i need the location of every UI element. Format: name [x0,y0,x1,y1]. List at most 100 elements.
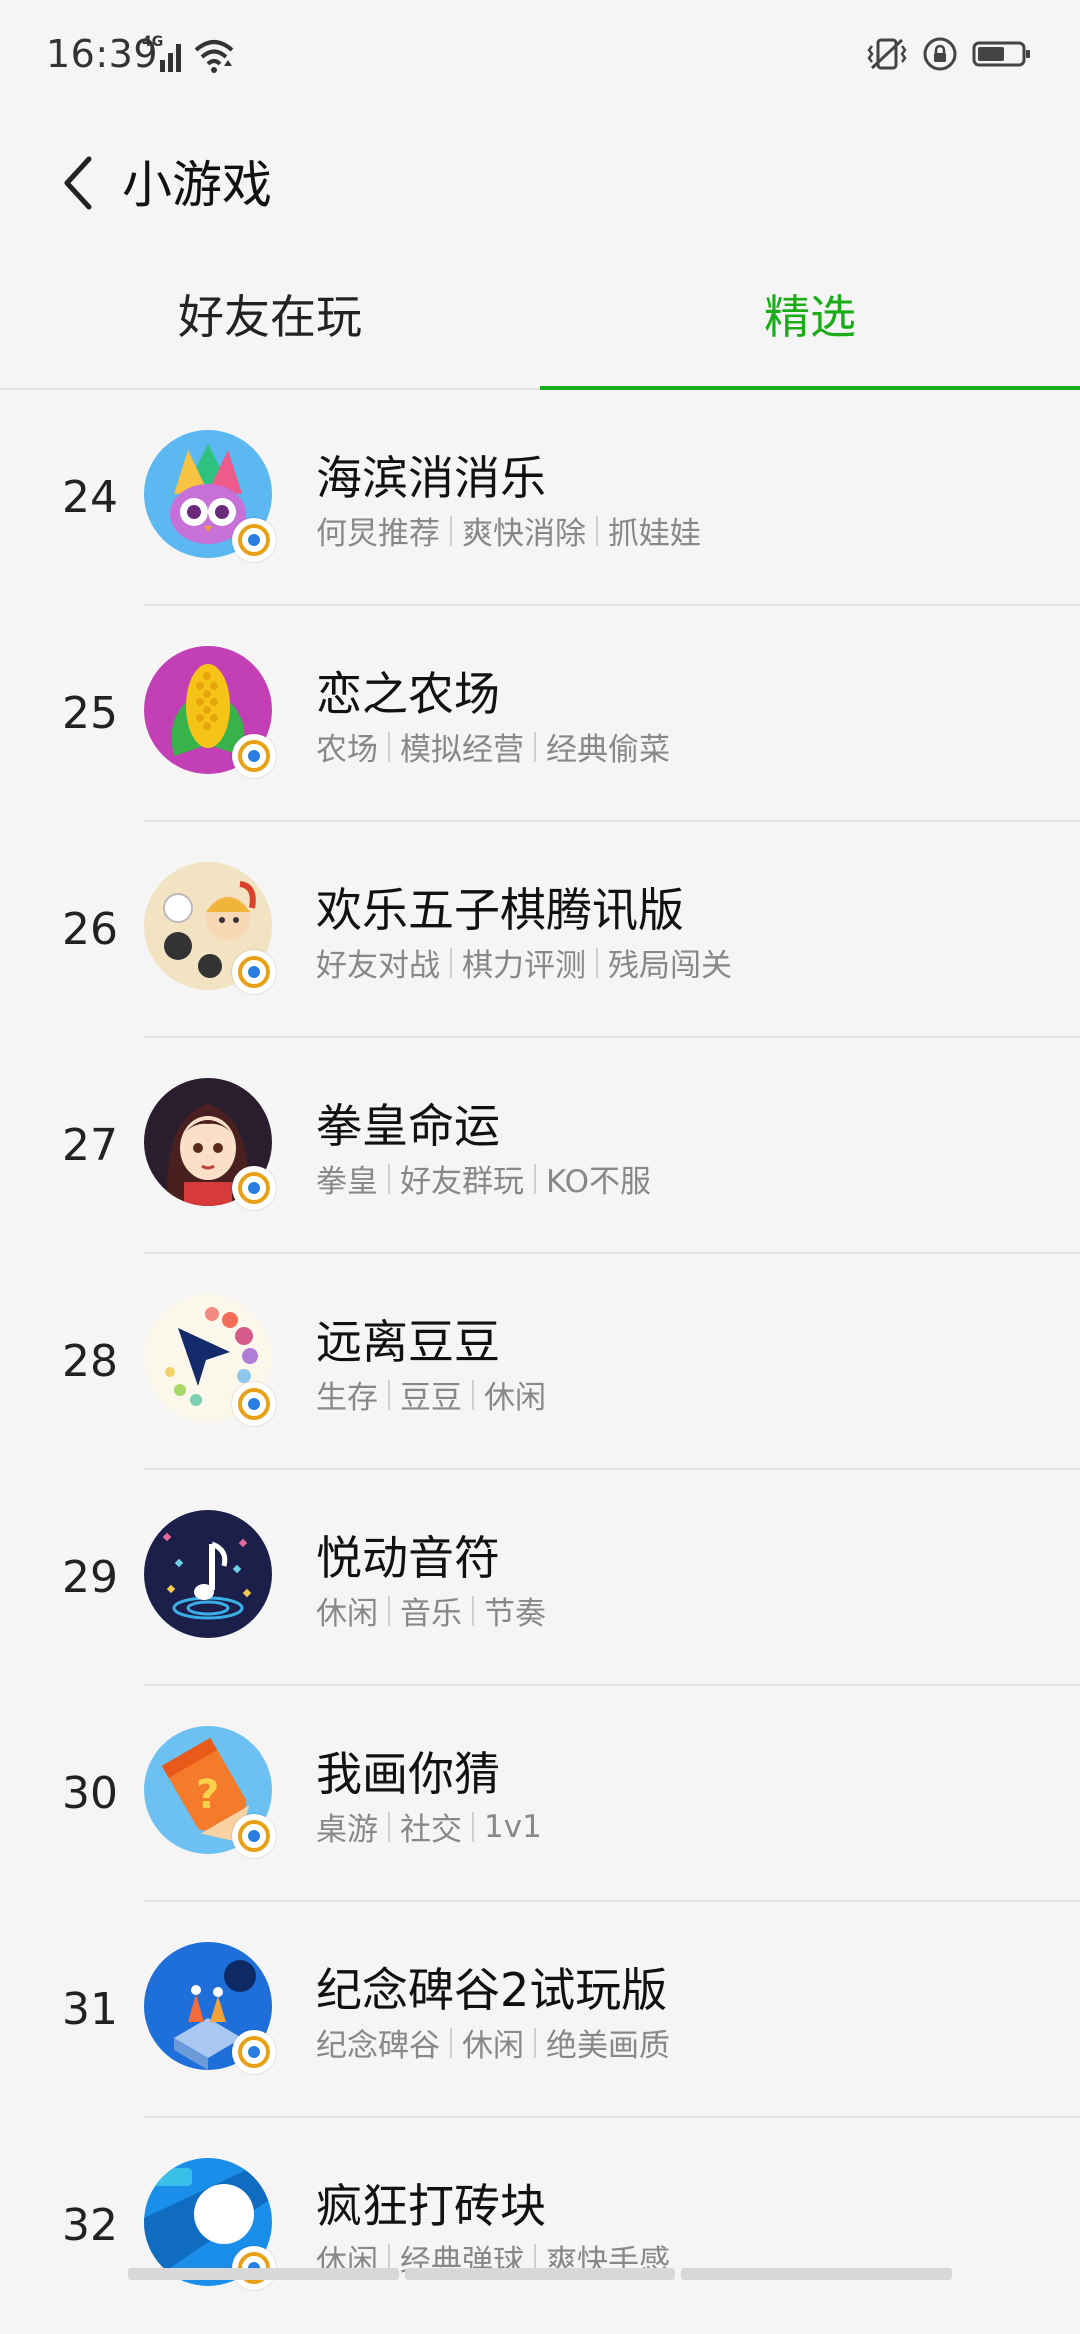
game-name: 远离豆豆 [316,1315,500,1369]
game-tag: 抓娃娃 [608,516,701,552]
game-tag: 音乐 [400,1596,462,1632]
game-tag: 豆豆 [400,1380,462,1416]
rank-number: 28 [62,1336,118,1387]
rank-number: 24 [62,472,118,523]
game-platform-badge-icon [232,734,276,778]
game-row[interactable]: 24 海滨消消乐 何炅推荐 爽快消除 抓娃娃 [0,390,1080,606]
rotation-lock-icon [922,36,958,72]
game-row[interactable]: 30 ? 我画你猜 桌游 社交 1v1 [0,1686,1080,1902]
tag-divider [388,1379,390,1410]
tag-divider [388,731,390,762]
rank-number: 25 [62,688,118,739]
game-tag: 残局闯关 [608,948,732,984]
game-tags: 纪念碑谷 休闲 绝美画质 [316,2020,670,2065]
game-tag: KO不服 [546,1164,652,1200]
game-platform-badge-icon [232,518,276,562]
tag-divider [450,515,452,546]
back-button[interactable] [34,110,124,260]
rank-number: 31 [62,1984,118,2035]
gesture-bar-segment [128,2268,399,2280]
game-tags: 何炅推荐 爽快消除 抓娃娃 [316,508,701,553]
music-note-icon [144,1510,272,1638]
game-tag: 好友对战 [316,948,440,984]
game-tag: 绝美画质 [546,2028,670,2064]
game-tags: 生存 豆豆 休闲 [316,1372,546,1417]
game-tag: 模拟经营 [400,732,524,768]
game-row[interactable]: 28 远离豆豆 生存 豆豆 休闲 [0,1254,1080,1470]
game-tag: 生存 [316,1380,378,1416]
game-tags: 休闲 音乐 节奏 [316,1588,546,1633]
svg-text:?: ? [196,1772,219,1818]
game-tag: 纪念碑谷 [316,2028,440,2064]
status-left-icons: 4G [142,34,236,76]
tab-bar: 好友在玩 精选 [0,240,1080,390]
game-tag: 棋力评测 [462,948,586,984]
wifi-icon [192,38,236,74]
game-name: 拳皇命运 [316,1099,500,1153]
tag-divider [534,1163,536,1194]
tag-divider [596,515,598,546]
game-platform-badge-icon [232,1814,276,1858]
game-tag: 拳皇 [316,1164,378,1200]
monument-valley-icon [144,1942,276,2074]
game-tag: 好友群玩 [400,1164,524,1200]
game-name: 纪念碑谷2试玩版 [316,1963,668,2017]
tag-divider [388,1811,390,1842]
pencil-question-icon: ? [144,1726,276,1858]
game-tag: 休闲 [316,1596,378,1632]
game-tag: 1v1 [484,1808,542,1845]
game-tag: 何炅推荐 [316,516,440,552]
tag-divider [388,1163,390,1194]
page-title: 小游戏 [122,156,272,214]
game-tag: 桌游 [316,1812,378,1848]
game-row[interactable]: 29 悦动音符 休闲 音乐 节奏 [0,1470,1080,1686]
owl-feather-icon [144,430,276,562]
rank-number: 30 [62,1768,118,1819]
game-tag: 社交 [400,1812,462,1848]
tag-divider [450,2027,452,2058]
tag-divider [388,1595,390,1626]
brick-ball-icon [144,2158,276,2290]
tab-friends-playing[interactable]: 好友在玩 [0,240,540,388]
header: 小游戏 [0,110,1080,260]
chevron-left-icon [59,155,99,215]
signal-icon: 4G [142,34,184,74]
rank-number: 32 [62,2200,118,2251]
game-tag: 农场 [316,732,378,768]
tab-featured[interactable]: 精选 [540,240,1080,388]
game-row[interactable]: 25 恋之农场 农场 模拟经营 经典偷菜 [0,606,1080,822]
game-platform-badge-icon [232,1382,276,1426]
game-row[interactable]: 31 纪念碑谷2试玩版 纪念碑谷 休闲 绝美画质 [0,1902,1080,2118]
game-tags: 桌游 社交 1v1 [316,1804,542,1849]
game-platform-badge-icon [232,2030,276,2074]
game-name: 悦动音符 [316,1531,500,1585]
tag-divider [472,1379,474,1410]
battery-icon [972,36,1032,72]
game-name: 我画你猜 [316,1747,500,1801]
game-row[interactable]: 32 疯狂打砖块 休闲 经典弹球 爽快手感 [0,2118,1080,2334]
game-tag: 节奏 [484,1596,546,1632]
game-row[interactable]: 26 欢乐五子棋腾讯版 好友对战 棋力评测 残局闯关 [0,822,1080,1038]
status-bar: 16:39 4G [0,0,1080,110]
rank-number: 26 [62,904,118,955]
navigation-gesture-bar[interactable] [128,2268,953,2280]
status-right-icons [866,34,1032,74]
tag-divider [596,947,598,978]
game-tags: 好友对战 棋力评测 残局闯关 [316,940,732,985]
rank-number: 27 [62,1120,118,1171]
game-tag: 经典偷菜 [546,732,670,768]
game-row[interactable]: 27 拳皇命运 拳皇 好友群玩 KO不服 [0,1038,1080,1254]
game-name: 恋之农场 [316,667,500,721]
game-platform-badge-icon [232,950,276,994]
tag-divider [534,731,536,762]
game-tag: 休闲 [462,2028,524,2064]
tag-divider [472,1811,474,1842]
game-tag: 休闲 [484,1380,546,1416]
game-name: 疯狂打砖块 [316,2179,546,2233]
tag-divider [534,2027,536,2058]
corn-icon [144,646,276,778]
game-name: 欢乐五子棋腾讯版 [316,883,684,937]
arrow-dots-icon [144,1294,276,1426]
tag-divider [450,947,452,978]
game-platform-badge-icon [232,1166,276,1210]
